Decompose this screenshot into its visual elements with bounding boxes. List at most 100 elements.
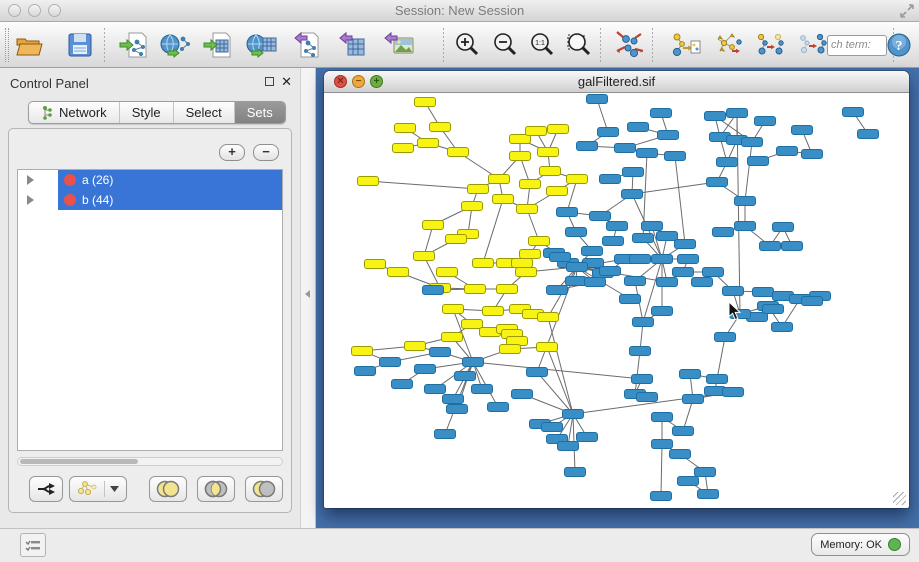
graph-node-blue[interactable] (777, 147, 798, 156)
network-canvas[interactable] (325, 93, 908, 507)
graph-node-yellow[interactable] (462, 202, 483, 211)
create-set-dropdown-button[interactable] (69, 476, 127, 502)
zoom-out-button[interactable] (486, 26, 524, 64)
graph-node-blue[interactable] (567, 263, 588, 272)
graph-node-blue[interactable] (625, 277, 646, 286)
graph-node-blue[interactable] (715, 333, 736, 342)
set-list-item[interactable]: b (44) (18, 190, 282, 210)
graph-node-blue[interactable] (675, 240, 696, 249)
graph-node-blue[interactable] (753, 288, 774, 297)
graph-node-blue[interactable] (735, 197, 756, 206)
fullscreen-icon[interactable] (899, 3, 915, 19)
graph-node-blue[interactable] (723, 287, 744, 296)
graph-node-blue[interactable] (707, 178, 728, 187)
graph-node-yellow[interactable] (462, 320, 483, 329)
graph-node-blue[interactable] (683, 395, 704, 404)
apply-layout-button[interactable] (610, 26, 648, 64)
graph-node-blue[interactable] (603, 237, 624, 246)
graph-node-yellow[interactable] (526, 127, 547, 136)
graph-node-blue[interactable] (763, 305, 784, 314)
network-window-titlebar[interactable]: ✕ − + galFiltered.sif (324, 71, 909, 93)
network-view-window[interactable]: ✕ − + galFiltered.sif (324, 71, 909, 508)
memory-status-button[interactable]: Memory: OK (811, 533, 910, 556)
graph-node-blue[interactable] (472, 385, 493, 394)
graph-node-blue[interactable] (590, 212, 611, 221)
graph-node-yellow[interactable] (388, 268, 409, 277)
graph-node-yellow[interactable] (547, 187, 568, 196)
graph-node-blue[interactable] (630, 347, 651, 356)
graph-node-blue[interactable] (772, 323, 793, 332)
graph-node-blue[interactable] (707, 375, 728, 384)
tab-sets[interactable]: Sets (235, 102, 285, 123)
graph-node-blue[interactable] (735, 222, 756, 231)
graph-node-yellow[interactable] (517, 205, 538, 214)
graph-node-yellow[interactable] (415, 98, 436, 107)
graph-node-blue[interactable] (748, 157, 769, 166)
set-intersection-button[interactable] (197, 476, 235, 502)
graph-node-blue[interactable] (782, 242, 803, 251)
network-from-selection-button[interactable] (667, 26, 705, 64)
graph-node-yellow[interactable] (418, 139, 439, 148)
graph-node-blue[interactable] (742, 138, 763, 147)
graph-node-blue[interactable] (527, 368, 548, 377)
graph-node-blue[interactable] (447, 405, 468, 414)
graph-node-yellow[interactable] (520, 180, 541, 189)
graph-node-yellow[interactable] (423, 221, 444, 230)
split-set-button[interactable] (29, 476, 63, 502)
tab-style[interactable]: Style (120, 102, 174, 123)
graph-node-blue[interactable] (657, 278, 678, 287)
graph-node-blue[interactable] (443, 395, 464, 404)
graph-node-blue[interactable] (717, 158, 738, 167)
expander-triangle-icon[interactable] (27, 175, 34, 185)
float-panel-icon[interactable] (265, 77, 274, 86)
graph-node-blue[interactable] (651, 109, 672, 118)
graph-node-yellow[interactable] (548, 125, 569, 134)
graph-node-blue[interactable] (678, 477, 699, 486)
import-table-url-button[interactable] (243, 26, 281, 64)
graph-node-blue[interactable] (642, 222, 663, 231)
graph-node-yellow[interactable] (540, 167, 561, 176)
graph-node-yellow[interactable] (352, 347, 373, 356)
import-network-url-button[interactable] (157, 26, 195, 64)
graph-node-yellow[interactable] (497, 285, 518, 294)
graph-node-blue[interactable] (723, 388, 744, 397)
graph-node-blue[interactable] (565, 468, 586, 477)
graph-node-yellow[interactable] (468, 185, 489, 194)
window-resize-grip[interactable] (893, 492, 906, 505)
graph-node-blue[interactable] (615, 144, 636, 153)
zoom-in-button[interactable] (448, 26, 486, 64)
graph-node-yellow[interactable] (516, 268, 537, 277)
open-session-button[interactable] (9, 26, 47, 64)
export-image-button[interactable] (380, 26, 418, 64)
graph-node-blue[interactable] (380, 358, 401, 367)
graph-node-yellow[interactable] (437, 268, 458, 277)
graph-node-blue[interactable] (652, 307, 673, 316)
graph-node-blue[interactable] (657, 232, 678, 241)
scrollbar-thumb[interactable] (20, 459, 138, 464)
graph-node-blue[interactable] (843, 108, 864, 117)
graph-node-blue[interactable] (630, 255, 651, 264)
graph-node-blue[interactable] (858, 130, 879, 139)
graph-node-yellow[interactable] (395, 124, 416, 133)
remove-set-button[interactable]: − (253, 144, 279, 161)
graph-node-blue[interactable] (557, 208, 578, 217)
graph-node-blue[interactable] (355, 367, 376, 376)
graph-node-blue[interactable] (430, 348, 451, 357)
graph-node-yellow[interactable] (473, 259, 494, 268)
graph-node-blue[interactable] (563, 410, 584, 419)
graph-node-yellow[interactable] (529, 237, 550, 246)
graph-node-blue[interactable] (628, 123, 649, 132)
zoom-actual-size-button[interactable]: 1:1 (523, 26, 561, 64)
graph-node-blue[interactable] (550, 253, 571, 262)
graph-node-yellow[interactable] (500, 345, 521, 354)
graph-node-yellow[interactable] (493, 195, 514, 204)
graph-node-blue[interactable] (680, 370, 701, 379)
close-panel-icon[interactable]: ✕ (281, 74, 292, 90)
graph-node-yellow[interactable] (442, 333, 463, 342)
graph-node-yellow[interactable] (489, 175, 510, 184)
import-network-file-button[interactable] (115, 26, 153, 64)
graph-node-blue[interactable] (463, 358, 484, 367)
graph-node-yellow[interactable] (448, 148, 469, 157)
graph-node-blue[interactable] (633, 234, 654, 243)
graph-node-blue[interactable] (773, 223, 794, 232)
